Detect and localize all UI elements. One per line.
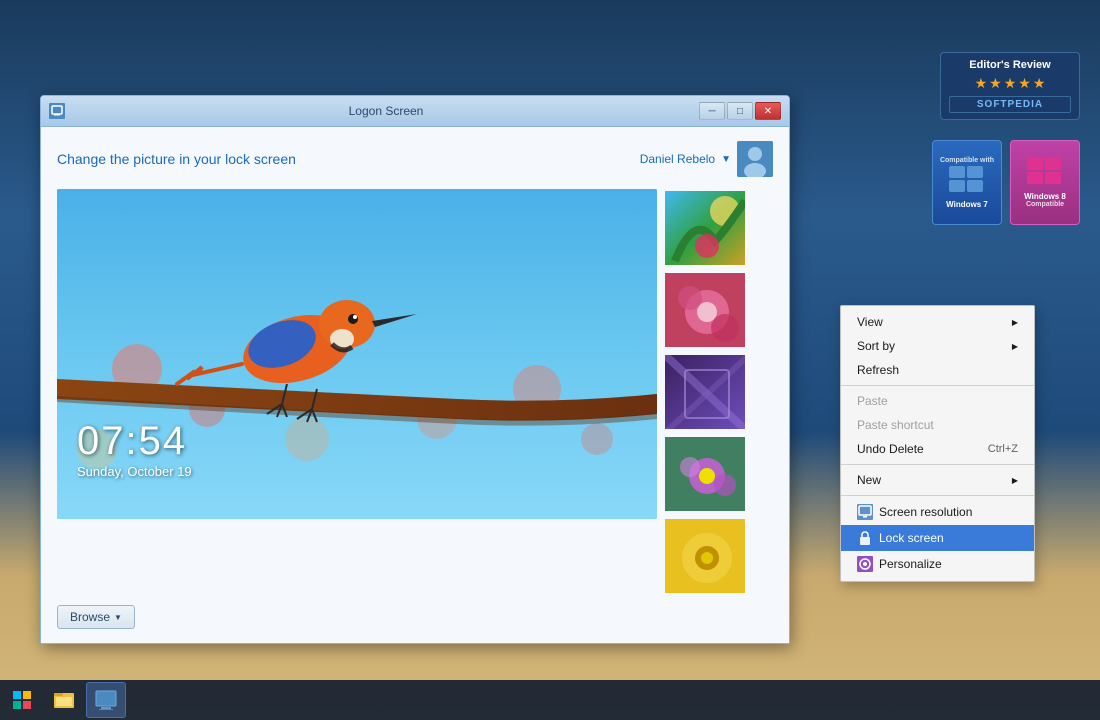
- personalize-icon: [857, 556, 873, 572]
- menu-new-arrow: ▶: [1012, 476, 1018, 485]
- user-name: Daniel Rebelo: [640, 152, 715, 166]
- editors-review-title: Editor's Review: [949, 59, 1071, 71]
- clock-date: Sunday, October 19: [77, 464, 192, 479]
- win8-name: Windows 8: [1024, 192, 1066, 201]
- menu-item-paste: Paste: [841, 389, 1034, 413]
- menu-item-personalize[interactable]: Personalize: [841, 551, 1034, 577]
- star-3: ★: [1004, 75, 1017, 92]
- window-content: Change the picture in your lock screen D…: [41, 127, 789, 643]
- close-button[interactable]: ✕: [755, 102, 781, 120]
- thumbnail-purple-img: [665, 355, 747, 431]
- app-icon: [49, 103, 65, 119]
- menu-paste-shortcut-label: Paste shortcut: [857, 418, 934, 432]
- user-avatar: [737, 141, 773, 177]
- menu-undo-delete-label: Undo Delete: [857, 442, 924, 456]
- window-title: Logon Screen: [73, 104, 699, 118]
- menu-new-label: New: [857, 473, 881, 487]
- menu-separator-3: [841, 495, 1034, 496]
- logon-screen-taskbar-icon: [94, 688, 118, 712]
- win8-badge: Windows 8 Compatible: [1010, 140, 1080, 225]
- maximize-button[interactable]: □: [727, 102, 753, 120]
- star-4: ★: [1018, 75, 1031, 92]
- window-controls: ─ □ ✕: [699, 102, 781, 120]
- taskbar-logon-screen[interactable]: [86, 682, 126, 718]
- editors-review-badge: Editor's Review ★ ★ ★ ★ ★ SOFTPEDIA: [940, 52, 1080, 120]
- menu-item-screen-resolution[interactable]: Screen resolution: [841, 499, 1034, 525]
- taskbar-buttons: [44, 682, 126, 718]
- thumbnail-4[interactable]: [663, 435, 747, 513]
- taskbar-file-explorer[interactable]: [44, 682, 84, 718]
- thumbnail-3[interactable]: [663, 353, 747, 431]
- star-5: ★: [1033, 75, 1046, 92]
- minimize-button[interactable]: ─: [699, 102, 725, 120]
- thumbnail-daisy-img: [665, 437, 747, 513]
- win7-compat-text: Compatible with: [940, 157, 994, 164]
- screen-resolution-icon: [857, 504, 873, 520]
- compat-badges: Compatible with Windows 7: [932, 140, 1080, 225]
- menu-item-paste-shortcut: Paste shortcut: [841, 413, 1034, 437]
- menu-refresh-label: Refresh: [857, 363, 899, 377]
- menu-lock-screen-label: Lock screen: [879, 531, 944, 545]
- menu-item-undo-delete[interactable]: Undo Delete Ctrl+Z: [841, 437, 1034, 461]
- win7-name: Windows 7: [946, 200, 988, 209]
- win8-logo-icon: [1027, 158, 1063, 190]
- menu-view-label: View: [857, 315, 883, 329]
- star-1: ★: [975, 75, 988, 92]
- menu-item-view[interactable]: View ▶: [841, 310, 1034, 334]
- clock-time: 07:54: [77, 419, 192, 464]
- win8-compat-text: Compatible: [1026, 201, 1064, 208]
- menu-item-refresh[interactable]: Refresh: [841, 358, 1034, 382]
- thumbnail-1[interactable]: [663, 189, 747, 267]
- window-header: Change the picture in your lock screen D…: [57, 141, 773, 177]
- clock-overlay: 07:54 Sunday, October 19: [77, 419, 192, 479]
- thumbnail-flowers-img: [665, 273, 747, 349]
- menu-item-new[interactable]: New ▶: [841, 468, 1034, 492]
- desktop: Editor's Review ★ ★ ★ ★ ★ SOFTPEDIA Comp…: [0, 0, 1100, 720]
- change-picture-link[interactable]: Change the picture in your lock screen: [57, 151, 296, 167]
- taskbar: [0, 680, 1100, 720]
- menu-personalize-label: Personalize: [879, 557, 942, 571]
- start-icon: [12, 690, 32, 710]
- file-explorer-icon: [52, 688, 76, 712]
- menu-item-lock-screen[interactable]: Lock screen: [841, 525, 1034, 551]
- win7-badge: Compatible with Windows 7: [932, 140, 1002, 225]
- star-2: ★: [989, 75, 1002, 92]
- browse-button[interactable]: Browse ▼: [57, 605, 135, 629]
- lock-screen-icon: [857, 530, 873, 546]
- browse-label: Browse: [70, 610, 110, 624]
- thumbnail-5[interactable]: [663, 517, 747, 595]
- stars-row: ★ ★ ★ ★ ★: [949, 75, 1071, 92]
- menu-paste-label: Paste: [857, 394, 888, 408]
- menu-item-sort[interactable]: Sort by ▶: [841, 334, 1034, 358]
- win7-logo-icon: [949, 166, 985, 198]
- gallery-area: 07:54 Sunday, October 19: [57, 189, 773, 595]
- start-button[interactable]: [4, 682, 40, 718]
- context-menu: View ▶ Sort by ▶ Refresh Paste Paste sho…: [840, 305, 1035, 582]
- window-titlebar: Logon Screen ─ □ ✕: [41, 96, 789, 127]
- thumbnail-tropical-img: [665, 191, 747, 267]
- app-window: Logon Screen ─ □ ✕ Change the picture in…: [40, 95, 790, 644]
- user-info: Daniel Rebelo ▼: [640, 141, 773, 177]
- menu-undo-shortcut: Ctrl+Z: [988, 443, 1018, 455]
- thumbnail-yellow-img: [665, 519, 747, 595]
- user-dropdown-arrow[interactable]: ▼: [721, 154, 731, 165]
- main-preview: 07:54 Sunday, October 19: [57, 189, 657, 519]
- thumbnail-2[interactable]: [663, 271, 747, 349]
- menu-separator-2: [841, 464, 1034, 465]
- menu-separator-1: [841, 385, 1034, 386]
- browse-arrow-icon: ▼: [114, 613, 122, 622]
- menu-sort-label: Sort by: [857, 339, 895, 353]
- menu-screen-resolution-label: Screen resolution: [879, 505, 972, 519]
- menu-sort-arrow: ▶: [1012, 342, 1018, 351]
- thumbnail-strip: [663, 189, 747, 595]
- softpedia-label: SOFTPEDIA: [949, 96, 1071, 113]
- menu-view-arrow: ▶: [1012, 318, 1018, 327]
